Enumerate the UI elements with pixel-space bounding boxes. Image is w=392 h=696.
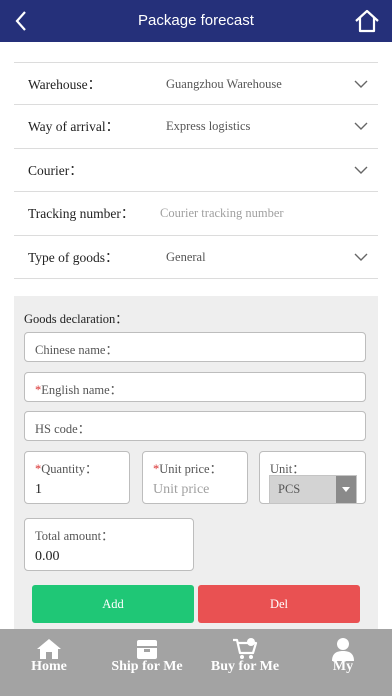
- delete-button[interactable]: Del: [198, 585, 360, 623]
- home-button[interactable]: [354, 8, 380, 34]
- warehouse-value: Guangzhou Warehouse: [166, 77, 282, 91]
- unit-price-field[interactable]: *Unit price： Unit price: [142, 451, 248, 504]
- add-button[interactable]: Add: [32, 585, 194, 623]
- english-name-field[interactable]: *English name：: [24, 372, 366, 402]
- nav-buy-label: Buy for Me: [210, 659, 280, 674]
- chevron-down-icon: [354, 122, 368, 131]
- nav-ship-label: Ship for Me: [111, 659, 183, 674]
- hs-code-field[interactable]: HS code：: [24, 411, 366, 441]
- page-title: Package forecast: [138, 12, 254, 29]
- english-name-label: *English name：: [35, 383, 123, 397]
- quantity-value: 1: [35, 482, 42, 497]
- chinese-name-field[interactable]: Chinese name：: [24, 332, 366, 362]
- cart-icon: [233, 638, 258, 659]
- unit-price-input[interactable]: Unit price: [153, 482, 209, 498]
- package-form: Warehouse： Guangzhou Warehouse Way of ar…: [14, 62, 378, 279]
- goods-type-select[interactable]: Type of goods： General: [14, 236, 378, 279]
- unit-select[interactable]: PCS: [269, 475, 357, 504]
- chevron-down-icon: [354, 80, 368, 88]
- nav-my[interactable]: My: [294, 629, 392, 696]
- nav-home-label: Home: [31, 659, 67, 674]
- unit-value: PCS: [278, 482, 301, 496]
- box-icon: [137, 640, 157, 659]
- caret-down-icon: [342, 487, 350, 492]
- home-outline-icon: [355, 9, 379, 33]
- total-amount-field: Total amount： 0.00: [24, 518, 194, 571]
- quantity-label: *Quantity：: [35, 462, 98, 476]
- nav-buy-for-me[interactable]: Buy for Me: [196, 629, 294, 696]
- total-amount-value: 0.00: [35, 549, 60, 564]
- unit-dropdown-button[interactable]: [336, 476, 356, 503]
- arrival-value: Express logistics: [166, 119, 251, 134]
- tracking-number-field[interactable]: Tracking number： Courier tracking number: [14, 192, 378, 236]
- arrival-select[interactable]: Way of arrival： Express logistics: [14, 105, 378, 149]
- nav-home[interactable]: Home: [0, 629, 98, 696]
- tracking-label: Tracking number：: [28, 206, 135, 222]
- courier-label: Courier：: [28, 162, 83, 178]
- chevron-down-icon: [354, 166, 368, 174]
- goods-type-value: General: [166, 249, 206, 264]
- quantity-field[interactable]: *Quantity： 1: [24, 451, 130, 504]
- warehouse-select[interactable]: Warehouse： Guangzhou Warehouse: [14, 62, 378, 106]
- user-icon: [332, 638, 354, 661]
- goods-declaration-panel: Goods declaration： Chinese name： *Englis…: [14, 296, 378, 636]
- nav-my-label: My: [332, 659, 354, 674]
- hs-code-label: HS code：: [35, 422, 91, 436]
- goods-type-label: Type of goods：: [28, 249, 119, 265]
- chevron-down-icon: [354, 253, 368, 261]
- bottom-nav: Home Ship for Me Buy for Me My: [0, 629, 392, 696]
- total-amount-label: Total amount：: [35, 529, 114, 543]
- declaration-title: Goods declaration：: [24, 312, 128, 326]
- home-icon: [37, 639, 61, 659]
- unit-field: Unit： PCS: [259, 451, 366, 504]
- chinese-name-label: Chinese name：: [35, 343, 118, 357]
- courier-select[interactable]: Courier：: [14, 149, 378, 193]
- unit-price-label: *Unit price：: [153, 462, 223, 476]
- header-bar: Package forecast: [0, 0, 392, 42]
- tracking-input[interactable]: Courier tracking number: [160, 192, 284, 235]
- warehouse-label: Warehouse：: [28, 77, 102, 92]
- nav-ship-for-me[interactable]: Ship for Me: [98, 629, 196, 696]
- arrival-label: Way of arrival：: [28, 119, 120, 135]
